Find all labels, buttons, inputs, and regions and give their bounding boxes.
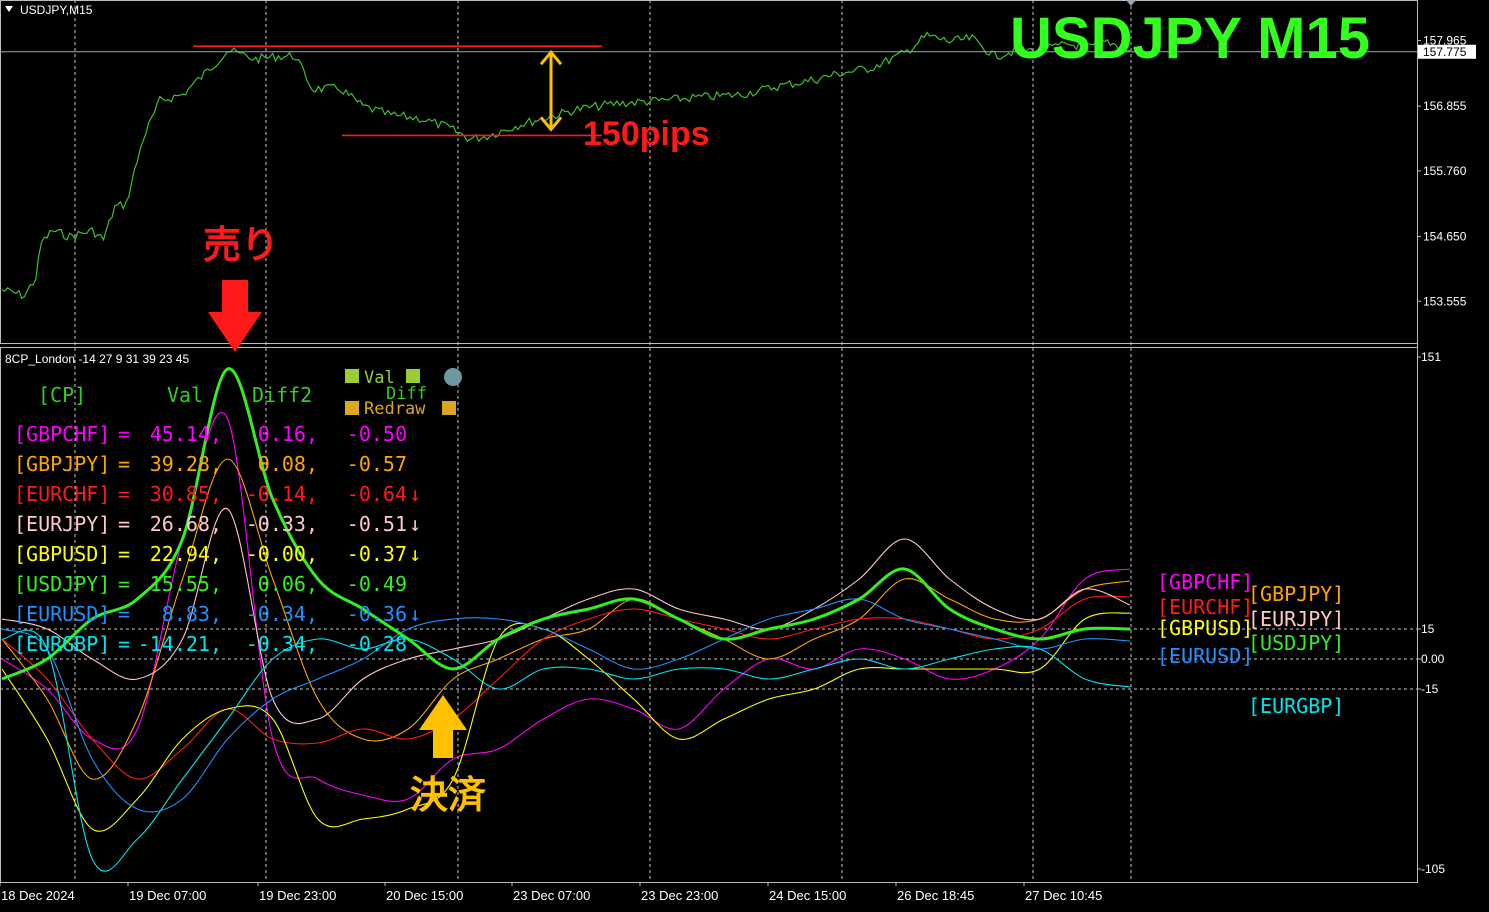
series-end-label: [EURJPY] <box>1248 607 1344 631</box>
time-tick-label: 26 Dec 18:45 <box>897 888 974 903</box>
row-diff: 0.06, <box>258 572 318 596</box>
row-equals: = <box>118 542 130 566</box>
header-cp: [CP] <box>38 383 86 407</box>
indicator-tick-label: 15 <box>1421 622 1435 636</box>
row-equals: = <box>118 602 130 626</box>
row-name: [EURUSD] <box>14 602 110 626</box>
currency-table-row: [USDJPY] = 15.55, 0.06, -0.49 <box>14 572 407 596</box>
price-tick-label: 155.760 <box>1423 164 1467 178</box>
chart-window: 150pips USDJPY M15 USDJPY,M15 157.965 156… <box>0 0 1489 907</box>
row-name: [EURCHF] <box>14 482 110 506</box>
time-tick-label: 20 Dec 15:00 <box>386 888 463 903</box>
time-tick-label: 24 Dec 15:00 <box>769 888 846 903</box>
row-diff: -0.00, <box>246 542 318 566</box>
redraw-button[interactable]: Redraw <box>364 399 426 419</box>
time-tick-label: 19 Dec 23:00 <box>259 888 336 903</box>
chart-canvas[interactable]: 150pips USDJPY M15 USDJPY,M15 157.965156… <box>0 0 1489 907</box>
row-diff2: -0.49 <box>347 572 407 596</box>
series-end-label: [GBPUSD] <box>1157 616 1253 640</box>
sell-label: 売り <box>203 225 279 267</box>
row-val: 45.14, <box>150 422 222 446</box>
series-end-label: [USDJPY] <box>1248 631 1344 655</box>
indicator-tick-label: 151 <box>1421 350 1441 364</box>
row-arrow-icon: ↓ <box>409 512 421 536</box>
row-val: 30.85, <box>150 482 222 506</box>
row-val: 22.94, <box>150 542 222 566</box>
indicator-tick-label: -105 <box>1421 862 1445 876</box>
indicator-tick-label: 0.00 <box>1421 652 1445 666</box>
row-diff: -0.34, <box>246 602 318 626</box>
current-price-badge: 157.775 <box>1418 44 1476 59</box>
val-legend-swatch <box>345 369 359 383</box>
row-name: [USDJPY] <box>14 572 110 596</box>
currency-table-row: [EURUSD] = 8.83, -0.34, -0.36 ↓ <box>14 602 421 626</box>
row-name: [GBPCHF] <box>14 422 110 446</box>
currency-table-row: [GBPJPY] = 39.28, 0.08, -0.57 <box>14 452 407 476</box>
current-price-label: 157.775 <box>1423 45 1467 59</box>
series-end-label: [GBPCHF] <box>1157 570 1253 594</box>
row-diff: 0.08, <box>258 452 318 476</box>
time-tick-label: 23 Dec 07:00 <box>513 888 590 903</box>
row-arrow-icon: ↓ <box>409 542 421 566</box>
row-diff: -0.14, <box>246 482 318 506</box>
window-title: USDJPY,M15 <box>20 3 93 17</box>
row-diff: -0.33, <box>246 512 318 536</box>
indicator-tick-label: -15 <box>1421 682 1439 696</box>
series-end-label: [EURUSD] <box>1157 644 1253 668</box>
row-val: 39.28, <box>150 452 222 476</box>
row-arrow-icon: ↓ <box>409 602 421 626</box>
row-diff: 0.16, <box>258 422 318 446</box>
row-arrow-icon: ↓ <box>409 482 421 506</box>
row-diff2: -0.50 <box>347 422 407 446</box>
row-diff: -0.34, <box>246 632 318 656</box>
row-name: [EURJPY] <box>14 512 110 536</box>
time-tick-label: 27 Dec 10:45 <box>1025 888 1102 903</box>
indicator-title: 8CP_London -14 27 9 31 39 23 45 <box>5 352 189 366</box>
currency-table-row: [EURCHF] = 30.85, -0.14, -0.64 ↓ <box>14 482 421 506</box>
currency-table-row: [EURJPY] = 26.68, -0.33, -0.51 ↓ <box>14 512 421 536</box>
val-legend-swatch-right <box>406 369 420 383</box>
row-val: -14.21, <box>138 632 222 656</box>
row-val: 26.68, <box>150 512 222 536</box>
row-diff2: -0.37 <box>347 542 407 566</box>
time-tick-label: 19 Dec 07:00 <box>129 888 206 903</box>
background <box>0 0 1489 907</box>
row-name: [GBPJPY] <box>14 452 110 476</box>
header-diff2: Diff2 <box>252 383 312 407</box>
row-equals: = <box>118 452 130 476</box>
series-end-label: [GBPJPY] <box>1248 582 1344 606</box>
price-tick-label: 153.555 <box>1423 294 1467 308</box>
row-diff2: -0.57 <box>347 452 407 476</box>
settle-label: 決済 <box>410 775 487 817</box>
status-dot-icon[interactable] <box>444 368 462 386</box>
row-equals: = <box>118 422 130 446</box>
row-equals: = <box>118 572 130 596</box>
price-tick-label: 154.650 <box>1423 230 1467 244</box>
price-tick-label: 156.855 <box>1423 99 1467 113</box>
header-val: Val <box>167 383 203 407</box>
pips-label: 150pips <box>583 115 710 153</box>
row-name: [EURGBP] <box>14 632 110 656</box>
row-diff2: -0.36 <box>347 602 407 626</box>
currency-table-row: [EURGBP] = -14.21, -0.34, -0.28 <box>14 632 407 656</box>
series-end-label: [EURGBP] <box>1248 694 1344 718</box>
row-equals: = <box>118 482 130 506</box>
time-tick-label: 18 Dec 2024 <box>1 888 75 903</box>
row-val: 15.55, <box>150 572 222 596</box>
currency-table-row: [GBPCHF] = 45.14, 0.16, -0.50 <box>14 422 407 446</box>
row-equals: = <box>118 632 130 656</box>
row-name: [GBPUSD] <box>14 542 110 566</box>
time-tick-label: 23 Dec 23:00 <box>641 888 718 903</box>
big-symbol-title: USDJPY M15 <box>1010 6 1370 71</box>
redraw-button-swatch[interactable] <box>345 401 359 415</box>
redraw-button-swatch-right[interactable] <box>442 401 456 415</box>
row-diff2: -0.28 <box>347 632 407 656</box>
currency-table-row: [GBPUSD] = 22.94, -0.00, -0.37 ↓ <box>14 542 421 566</box>
row-equals: = <box>118 512 130 536</box>
row-val: 8.83, <box>162 602 222 626</box>
row-diff2: -0.64 <box>347 482 407 506</box>
row-diff2: -0.51 <box>347 512 407 536</box>
